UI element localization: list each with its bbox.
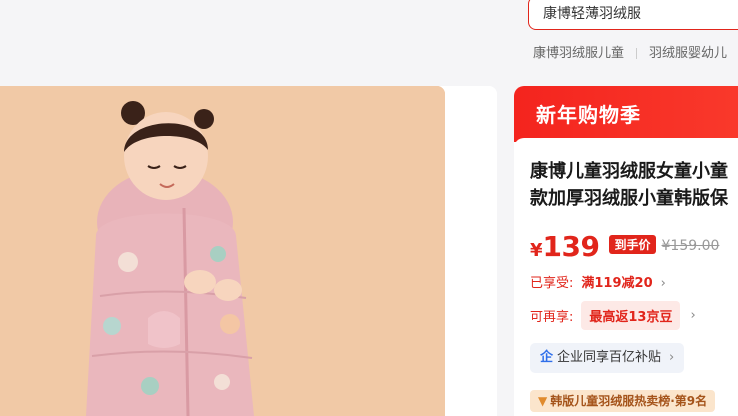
enterprise-subsidy-button[interactable]: 企企业同享百亿补贴 › <box>530 343 685 373</box>
search-box[interactable] <box>528 0 738 30</box>
current-price: 139 <box>542 230 600 263</box>
banner-title: 新年购物季 <box>536 103 641 127</box>
promo-label: 已享受: <box>530 276 574 291</box>
promo-banner: 新年购物季 <box>514 86 738 142</box>
bean-label: 可再享: <box>530 310 574 325</box>
hot-word-link[interactable]: 羽绒服婴幼儿 <box>649 42 727 61</box>
chevron-right-icon: › <box>660 276 666 291</box>
product-title-line: 康博儿童羽绒服女童小童 <box>530 161 728 182</box>
bean-reward-tag: 最高返13京豆 <box>581 301 681 330</box>
enterprise-icon: 企 <box>540 350 554 365</box>
chevron-right-icon: › <box>669 350 675 365</box>
search-input[interactable] <box>543 5 738 21</box>
product-title: 康博儿童羽绒服女童小童 款加厚羽绒服小童韩版保 <box>530 158 738 212</box>
product-main-image[interactable] <box>0 86 445 416</box>
ranking-text: 韩版儿童羽绒服热卖榜·第9名 <box>550 394 708 408</box>
product-title-line: 款加厚羽绒服小童韩版保 <box>530 188 728 209</box>
chevron-right-icon: › <box>690 308 696 323</box>
final-price-badge: 到手价 <box>609 235 656 254</box>
hot-word-link[interactable]: 康博羽绒服儿童 <box>533 42 624 61</box>
subsidy-text: 企业同享百亿补贴 <box>557 350 662 365</box>
price-row: ¥139 到手价 ¥159.00 <box>530 230 719 263</box>
product-info-panel: 新年购物季 康博儿童羽绒服女童小童 款加厚羽绒服小童韩版保 ¥139 到手价 ¥15… <box>514 86 738 416</box>
divider <box>636 48 638 59</box>
rank-medal-icon: ▼ <box>538 394 548 408</box>
original-price: ¥159.00 <box>661 238 720 254</box>
applied-promotion[interactable]: 已享受: 满119减20 › <box>530 272 666 291</box>
hot-search-words: 康博羽绒服儿童 羽绒服婴幼儿 <box>533 42 727 61</box>
child-in-jacket-illustration <box>0 86 445 416</box>
promo-value: 满119减20 <box>581 276 653 291</box>
bean-reward-row[interactable]: 可再享: 最高返13京豆 › <box>530 301 696 330</box>
currency-symbol: ¥ <box>530 240 543 261</box>
